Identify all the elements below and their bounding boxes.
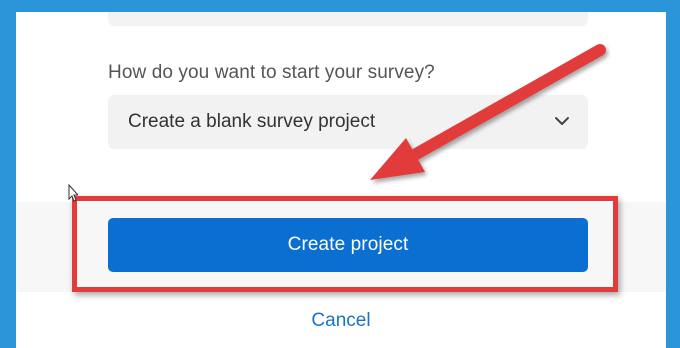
previous-field[interactable] [108,12,588,26]
start-method-select[interactable]: Create a blank survey project [108,95,588,149]
highlight-annotation-box [72,196,618,292]
start-method-selected-value: Create a blank survey project [128,111,376,132]
cancel-link[interactable]: Cancel [16,310,666,332]
dialog-panel: How do you want to start your survey? Cr… [16,12,666,348]
start-survey-question-label: How do you want to start your survey? [108,62,435,83]
mouse-cursor-icon [68,184,78,202]
chevron-down-icon [555,117,569,125]
